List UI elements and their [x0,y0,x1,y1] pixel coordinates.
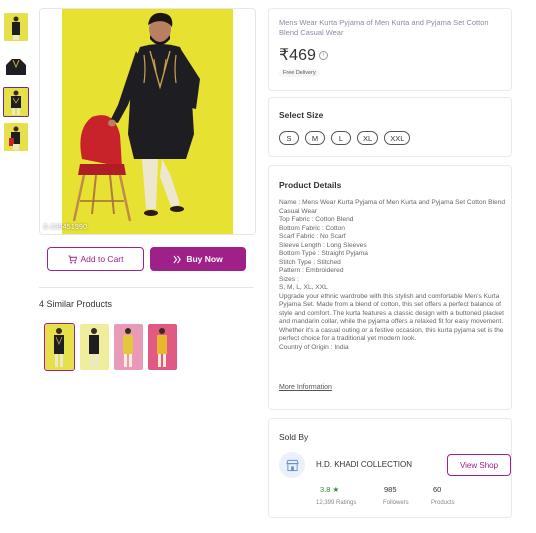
model-illustration [62,9,233,234]
thumbnail-image [4,123,28,151]
similar-product-3[interactable] [114,324,143,370]
image-code: S-239451990 [43,224,88,231]
detail-line: Pattern : Embroidered [279,267,344,274]
similar-product-image [80,324,109,370]
seller-ratings-label: 12,399 Ratings [316,500,357,506]
product-photo [62,9,233,234]
size-chip-s[interactable]: S [279,131,299,145]
store-icon [285,459,299,471]
size-card [268,97,512,157]
product-description: Upgrade your ethnic wardrobe with this s… [279,292,504,343]
detail-line: Name : Mens Wear Kurta Pyjama of Men Kur… [279,199,506,215]
cart-icon [67,254,77,263]
add-to-cart-button[interactable]: Add to Cart [47,247,144,271]
thumbnail-1[interactable] [4,13,28,41]
seller-name: H.D. KHADI COLLECTION [316,460,413,469]
detail-line: Bottom Fabric : Cotton [279,224,345,232]
similar-product-2[interactable] [80,324,109,370]
buy-now-button[interactable]: Buy Now [150,247,246,271]
price-value: ₹469 [279,47,316,64]
thumbnail-image [4,53,28,81]
detail-line: Sleeve Length : Long Sleeves [279,241,367,249]
thumbnail-image [4,88,28,116]
thumbnail-3[interactable] [3,87,29,117]
product-details-body: Name : Mens Wear Kurta Pyjama of Men Kur… [279,199,509,352]
similar-products-title: 4 Similar Products [39,299,113,309]
similar-product-image [114,324,143,370]
size-options: S M L XL XXL [279,131,411,145]
size-chip-m[interactable]: M [305,131,325,145]
product-title: Mens Wear Kurta Pyjama of Men Kurta and … [279,18,489,37]
view-shop-button[interactable]: View Shop [447,454,511,476]
buy-now-label: Buy Now [186,254,223,264]
detail-line: Top Fabric : Cotton Blend [279,216,354,223]
size-chip-xl[interactable]: XL [357,131,379,145]
product-details-title: Product Details [279,180,342,190]
size-chip-xxl[interactable]: XXL [384,131,411,145]
thumbnail-2[interactable] [4,53,28,81]
main-product-image[interactable]: S-239451990 [39,8,256,235]
sold-by-title: Sold By [279,432,309,442]
select-size-title: Select Size [279,110,324,120]
detail-line: Stitch Type : Stitched [279,258,341,266]
double-chevron-icon [173,255,182,263]
free-delivery-badge: Free Delivery [279,69,320,77]
divider [39,287,254,288]
seller-rating: 3.8 ★ [320,485,340,494]
similar-product-image [45,324,74,370]
add-to-cart-label: Add to Cart [80,254,124,264]
size-chip-l[interactable]: L [331,131,351,145]
country-of-origin: Country of Origin : India [279,343,349,351]
thumbnail-image [4,13,28,41]
similar-product-image [148,324,177,370]
detail-line: Scarf Fabric : No Scarf [279,233,346,240]
similar-product-1[interactable] [44,323,75,371]
seller-products: 60 [433,485,442,494]
thumbnail-4[interactable] [4,123,28,151]
info-icon[interactable]: i [318,50,328,60]
similar-product-4[interactable] [148,324,177,370]
followers-label: Followers [383,500,409,506]
detail-line: Bottom Type : Straight Pyjama [279,250,368,257]
shop-icon [279,452,305,478]
detail-line: S, M, L, XL, XXL [279,284,328,291]
seller-followers: 985 [384,485,397,494]
product-price: ₹469 i [279,45,328,65]
products-label: Products [431,500,455,506]
more-information-link[interactable]: More Information [279,384,332,391]
detail-line: Sizes : [279,275,299,283]
